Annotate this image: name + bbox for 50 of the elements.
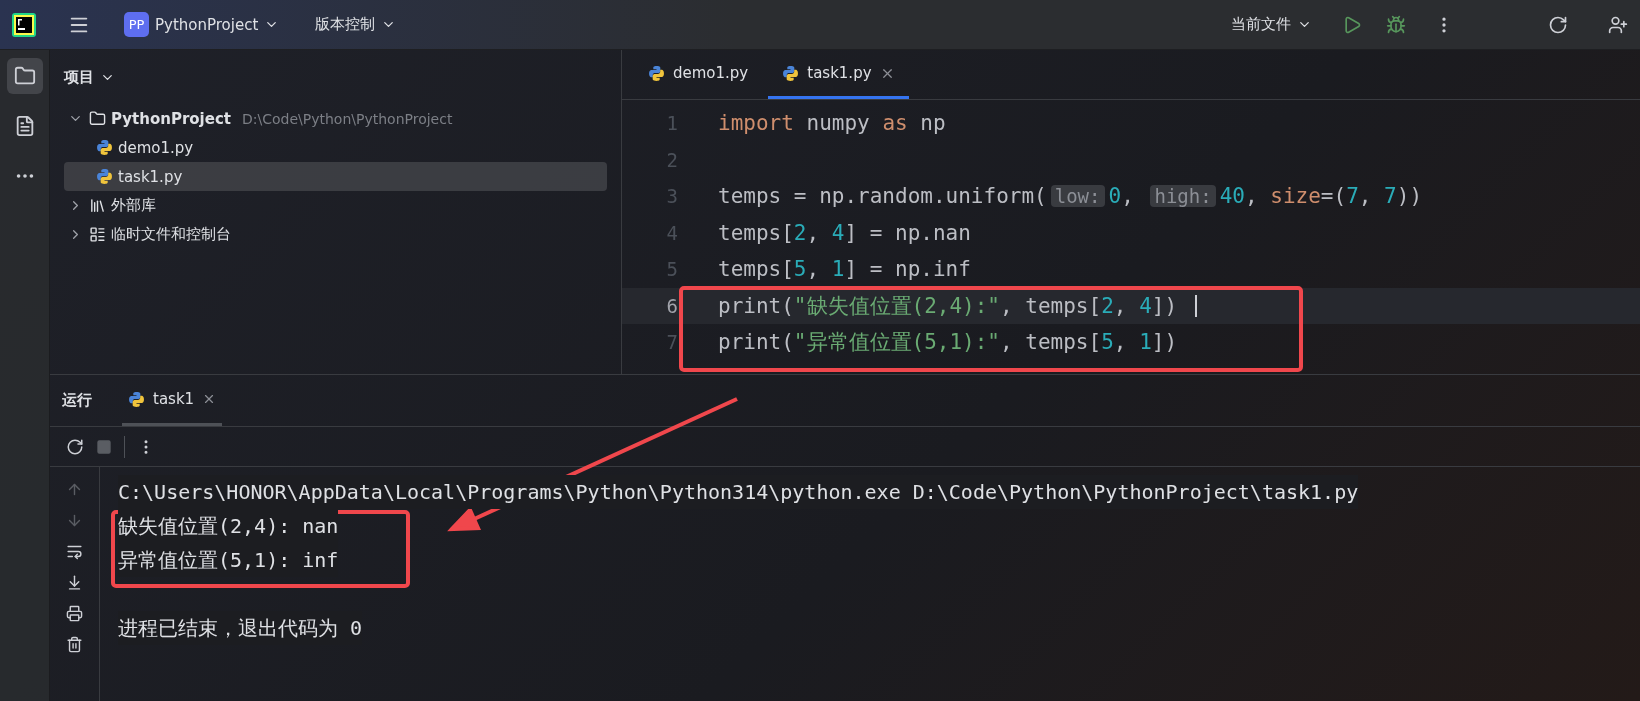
add-user-icon[interactable] xyxy=(1608,14,1628,35)
tree-item[interactable]: 外部库 xyxy=(64,191,607,220)
editor-tab[interactable]: task1.py xyxy=(768,50,909,99)
code-line: temps = np.random.uniform( low: 0, high: 40, size=(7, 7)) xyxy=(718,184,1423,209)
tree-item-label: 临时文件和控制台 xyxy=(111,225,231,244)
console-output: 异常值位置(5,1): inf xyxy=(118,543,339,577)
code-line: import numpy as np xyxy=(718,111,946,136)
app-logo-icon[interactable] xyxy=(12,12,36,37)
python-file-icon xyxy=(128,390,145,408)
tree-item[interactable]: 临时文件和控制台 xyxy=(64,220,607,249)
code-line: temps[2, 4] = np.nan xyxy=(718,220,971,245)
console-output: 缺失值位置(2,4): nan xyxy=(118,509,339,543)
project-folder-icon[interactable] xyxy=(6,58,43,94)
vcs-dropdown[interactable]: 版本控制 xyxy=(309,11,403,38)
debug-icon[interactable] xyxy=(1386,14,1406,35)
scratch-file-icon xyxy=(89,226,106,243)
code-line: print("缺失值位置(2,4):", temps[2, 4]) xyxy=(718,292,1178,320)
trash-icon[interactable] xyxy=(66,636,83,653)
python-file-icon xyxy=(96,139,113,156)
exit-message: 进程已结束，退出代码为 0 xyxy=(118,611,363,645)
library-icon xyxy=(89,197,106,214)
tree-item[interactable]: PythonProject D:\Code\Python\PythonProject xyxy=(64,104,607,133)
tree-item[interactable]: task1.py xyxy=(64,162,607,191)
run-config-dropdown[interactable]: 当前文件 xyxy=(1225,11,1318,38)
down-arrow-icon[interactable] xyxy=(66,512,83,529)
line-number: 6 xyxy=(665,294,678,317)
project-panel-title[interactable]: 项目 xyxy=(64,62,607,92)
project-path: D:\Code\Python\PythonProject xyxy=(241,110,453,127)
soft-wrap-icon[interactable] xyxy=(66,543,83,560)
python-file-icon xyxy=(648,64,665,82)
rerun-icon[interactable] xyxy=(66,437,84,456)
run-icon[interactable] xyxy=(1342,14,1362,35)
tree-item-label: 外部库 xyxy=(111,196,156,215)
tree-item-label: demo1.py xyxy=(118,138,194,157)
folder-icon xyxy=(89,110,106,127)
python-file-icon xyxy=(782,64,800,82)
tree-item-label: task1.py xyxy=(118,167,183,186)
run-tab[interactable]: task1 xyxy=(122,375,223,426)
scroll-to-end-icon[interactable] xyxy=(66,574,83,591)
editor-tab[interactable]: demo1.py xyxy=(634,50,763,99)
code-line: print("异常值位置(5,1):", temps[5, 1]) xyxy=(718,329,1178,357)
tree-item-label: PythonProject xyxy=(111,109,231,128)
tree-item[interactable]: demo1.py xyxy=(64,133,607,162)
stop-icon[interactable] xyxy=(96,438,112,455)
project-dropdown[interactable]: PP PythonProject xyxy=(118,8,286,41)
code-line: temps[5, 1] = np.inf xyxy=(718,257,971,282)
python-file-icon xyxy=(96,168,113,185)
print-icon[interactable] xyxy=(66,605,83,622)
text-cursor xyxy=(1195,294,1198,317)
run-panel-title: 运行 xyxy=(62,391,92,410)
